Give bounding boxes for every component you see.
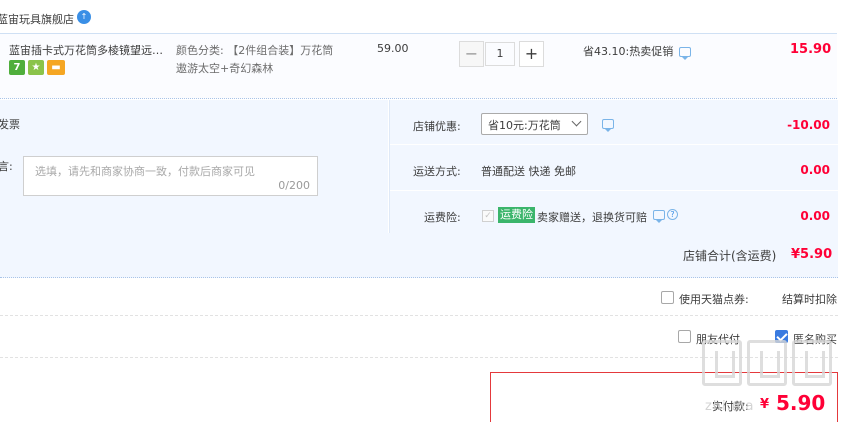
tmall-points-checkbox[interactable] [661,291,674,304]
buyer-message-input[interactable]: 选填，请先和商家协商一致，付款后商家可见 0/200 [23,156,318,196]
service-tag-card-icon: ▬ [47,60,65,75]
shop-coupon-selected: 省10元:万花筒 [488,119,561,132]
message-placeholder: 选填，请先和商家协商一致，付款后商家可见 [35,165,255,178]
store-total-label: 店铺合计(含运费) [683,249,777,263]
store-badge-icon[interactable]: ↑ [77,10,91,24]
quantity-plus-button[interactable]: + [519,41,544,67]
store-header: 蓝宙玩具旗舰店 ↑ [0,0,851,32]
payment-currency: ¥ [760,397,770,412]
store-name[interactable]: 蓝宙玩具旗舰店 [0,11,74,27]
row-divider [390,190,838,191]
freight-insurance-badge: 运费险 [498,207,535,223]
freight-insurance-checkbox[interactable]: ✓ [482,210,494,222]
service-tag-guarantee-icon: ★ [28,60,44,75]
tmall-points-note: 结算时扣除 [782,293,837,306]
freight-insurance-label: 运费险: [424,211,461,224]
promo-chat-icon[interactable] [679,47,691,60]
shop-coupon-select[interactable]: 省10元:万花筒 [481,113,588,135]
service-tag-7day-icon: 7 [9,60,25,75]
watermark-logo-icon [747,340,787,386]
sku-line-1: 颜色分类: 【2件组合装】万花筒 [176,44,334,57]
invoice-label: 发票 [0,118,20,131]
freight-insurance-text: 卖家赠送，退换货可赔 [537,211,647,224]
sku-line-2: 遨游太空+奇幻森林 [176,62,274,75]
item-sku: 颜色分类: 【2件组合装】万花筒 遨游太空+奇幻森林 [176,42,346,78]
item-subtotal: 15.90 [790,42,832,57]
panel-divider [389,100,390,233]
shipping-method: 普通配送 快递 免邮 [481,165,576,178]
shop-coupon-amount: -10.00 [787,118,830,132]
shipping-label: 运送方式: [413,165,461,178]
freight-insurance-amount: 0.00 [800,209,830,223]
coupon-chat-icon[interactable] [602,119,614,132]
promo-text: 省43.10:热卖促销 [583,45,674,58]
store-total-value: ¥5.90 [791,247,833,262]
shipping-amount: 0.00 [800,163,830,177]
shop-coupon-label: 店铺优惠: [413,120,461,133]
message-counter: 0/200 [278,179,310,192]
section-divider [0,315,838,316]
friend-pay-checkbox[interactable] [678,330,691,343]
row-divider [390,144,838,145]
watermark-text: zhi.ma [705,399,755,414]
unit-price: 59.00 [377,42,409,55]
item-title[interactable]: 蓝宙插卡式万花筒多棱镜望远镜... [9,42,172,58]
watermark-logo-icon [792,340,832,386]
insurance-chat-icon[interactable] [653,210,665,223]
order-item-row: 蓝宙插卡式万花筒多棱镜望远镜... 7 ★ ▬ 颜色分类: 【2件组合装】万花筒… [0,33,837,99]
payment-value: 5.90 [776,391,826,415]
quantity-input[interactable]: 1 [485,42,515,66]
watermark-logo-icon [702,340,742,386]
quantity-minus-button[interactable]: − [459,41,484,67]
chevron-down-icon [571,116,582,127]
message-label: 言: [0,160,13,173]
help-icon[interactable]: ? [667,209,678,220]
tmall-points-label: 使用天猫点券: [679,293,749,306]
